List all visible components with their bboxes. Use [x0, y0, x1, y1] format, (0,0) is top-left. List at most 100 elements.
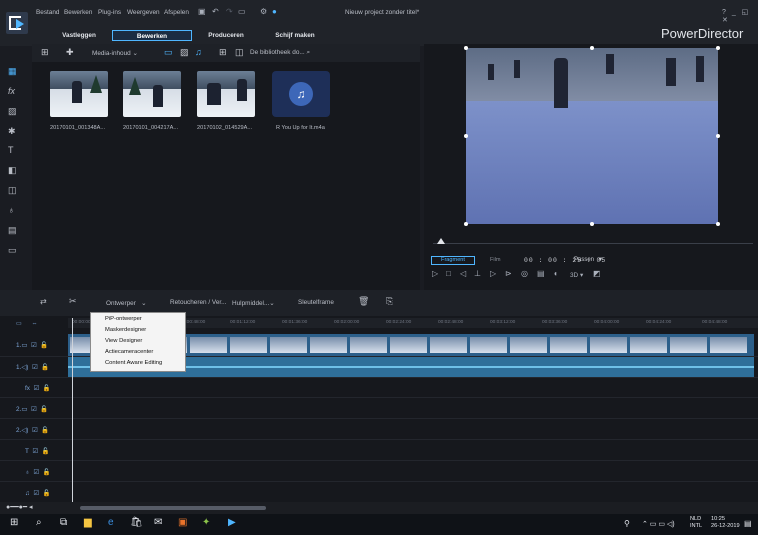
menu-item-view-designer[interactable]: View Designer: [105, 338, 142, 344]
resize-handle[interactable]: [716, 134, 720, 138]
voiceover-icon[interactable]: ♁: [8, 205, 15, 215]
export-icon[interactable]: ⎘: [386, 296, 393, 307]
audio-filter-icon[interactable]: ♫: [195, 47, 202, 57]
resize-handle[interactable]: [716, 222, 720, 226]
app-icon[interactable]: ✦: [202, 517, 210, 528]
stop-icon[interactable]: □: [446, 269, 451, 278]
tab-fragment[interactable]: Fragment: [431, 256, 475, 265]
menu-item-content-aware[interactable]: Content Aware Editing: [105, 360, 162, 366]
track-header-video-1[interactable]: 1.▭ ☑ 🔓: [16, 341, 48, 349]
notification-icon[interactable]: ●: [272, 7, 277, 16]
scrubber-knob[interactable]: [437, 238, 445, 244]
tab-vastleggen[interactable]: Vastleggen: [50, 30, 108, 41]
menu-bestand[interactable]: Bestand: [36, 9, 59, 16]
resize-handle[interactable]: [590, 46, 594, 50]
resize-handle[interactable]: [464, 46, 468, 50]
split-icon[interactable]: ⊥: [474, 269, 481, 278]
media-thumb-1[interactable]: [50, 71, 108, 117]
track-header-voice[interactable]: ♁ ☑ 🔓: [25, 468, 51, 476]
tab-bewerken[interactable]: Bewerken: [112, 30, 192, 41]
volume-icon[interactable]: ◖: [553, 269, 558, 278]
redo-icon[interactable]: ↷: [226, 7, 233, 16]
keyframe-button[interactable]: Sleutelframe: [298, 299, 334, 306]
audio-mix-icon[interactable]: ◫: [8, 185, 17, 196]
pip-icon[interactable]: ▨: [8, 106, 17, 117]
office-icon[interactable]: ▣: [178, 517, 187, 528]
trash-icon[interactable]: 🗑: [358, 296, 369, 307]
magic-tools-icon[interactable]: ⇄: [40, 297, 47, 306]
preview-scrubber[interactable]: [433, 243, 753, 244]
menu-item-action-camera[interactable]: Actiecameracenter: [105, 349, 153, 355]
track-header-title[interactable]: T ☑ 🔓: [25, 447, 50, 455]
grid-view-icon[interactable]: ⊞: [219, 47, 227, 58]
subtitle-icon[interactable]: ▭: [8, 245, 17, 256]
file-explorer-icon[interactable]: ▆: [84, 517, 92, 528]
list-view-icon[interactable]: ◫: [235, 47, 244, 58]
import-icon[interactable]: ⊞: [41, 47, 49, 58]
media-thumb-2[interactable]: [123, 71, 181, 117]
track-header-fx[interactable]: fx ☑ 🔓: [25, 384, 51, 392]
transition-icon[interactable]: ◧: [8, 165, 17, 176]
particle-icon[interactable]: ✱: [8, 126, 16, 137]
menu-bewerken[interactable]: Bewerken: [64, 9, 92, 16]
edge-icon[interactable]: e: [108, 517, 114, 528]
video-filter-icon[interactable]: ▭: [164, 47, 173, 58]
zoom-slider[interactable]: ●━━●━ ◂: [6, 503, 33, 511]
clock[interactable]: 10:25 26-12-2019: [711, 516, 740, 530]
image-filter-icon[interactable]: ▨: [180, 47, 189, 58]
resize-handle[interactable]: [464, 134, 468, 138]
menu-item-mask-designer[interactable]: Maskerdesigner: [105, 327, 146, 333]
3d-toggle[interactable]: 3D ▾: [570, 271, 583, 279]
track-header-audio-1[interactable]: 1.◁) ☑ 🔓: [16, 363, 49, 371]
fit-dropdown[interactable]: Passen ▼: [574, 257, 603, 263]
undo-icon[interactable]: ↶: [212, 7, 219, 16]
tab-produceren[interactable]: Produceren: [196, 30, 256, 41]
people-icon[interactable]: ⚲: [624, 519, 630, 528]
scrollbar-thumb[interactable]: [80, 506, 266, 510]
notification-center-icon[interactable]: ▤: [744, 519, 752, 528]
effects-icon[interactable]: fx: [8, 86, 15, 96]
tab-film[interactable]: Film: [490, 257, 501, 263]
display-icon[interactable]: ▤: [537, 269, 545, 278]
windows-start-icon[interactable]: ⊞: [10, 517, 18, 528]
powerdirector-taskbar-icon[interactable]: ▶: [228, 517, 236, 528]
resize-handle[interactable]: [716, 46, 720, 50]
save-icon[interactable]: ▣: [198, 7, 206, 16]
chapter-icon[interactable]: ▤: [8, 225, 17, 236]
track-header-music[interactable]: ♫ ☑ 🔓: [25, 489, 51, 497]
media-filter-dropdown[interactable]: Media-inhoud ⌄: [92, 49, 138, 57]
title-icon[interactable]: T: [8, 145, 14, 155]
fast-forward-icon[interactable]: ⊳: [505, 269, 512, 278]
preview-video[interactable]: [466, 48, 718, 224]
track-view-icon[interactable]: ▭ ⇔: [16, 320, 38, 327]
tray-icons[interactable]: ⌃ ▭ ▭ ◁): [642, 520, 675, 528]
menu-weergeven[interactable]: Weergeven: [127, 9, 160, 16]
track-header-video-2[interactable]: 2.▭ ☑ 🔓: [16, 405, 48, 413]
resize-handle[interactable]: [590, 222, 594, 226]
window-controls[interactable]: ? _ ◱ ✕: [722, 8, 758, 24]
menu-plugins[interactable]: Plug-ins: [98, 9, 121, 16]
layout-icon[interactable]: ▭: [238, 7, 246, 16]
menu-afspelen[interactable]: Afspelen: [164, 9, 189, 16]
play-icon[interactable]: ▷: [432, 269, 438, 278]
media-thumb-audio[interactable]: ♫: [272, 71, 330, 117]
mail-icon[interactable]: ✉: [154, 517, 162, 528]
media-thumb-3[interactable]: [197, 71, 255, 117]
settings-icon[interactable]: ⚙: [260, 7, 267, 16]
split-scissors-icon[interactable]: ✂: [69, 296, 77, 307]
track-header-audio-2[interactable]: 2.◁) ☑ 🔓: [16, 426, 49, 434]
snapshot-icon[interactable]: ◎: [521, 269, 528, 278]
language-indicator[interactable]: NLD INTL: [690, 516, 702, 530]
next-frame-icon[interactable]: ▷: [490, 269, 496, 278]
resize-handle[interactable]: [464, 222, 468, 226]
search-icon[interactable]: ⌕: [36, 517, 42, 528]
store-icon[interactable]: 🛍: [130, 517, 143, 528]
menu-item-pip-designer[interactable]: PiP-ontwerper: [105, 316, 142, 322]
tools-dropdown[interactable]: Hulpmiddel...⌄: [232, 299, 275, 307]
prev-frame-icon[interactable]: ◁: [460, 269, 466, 278]
task-view-icon[interactable]: ⧉: [60, 517, 67, 528]
undock-icon[interactable]: ◩: [593, 269, 601, 278]
media-room-icon[interactable]: ▦: [8, 66, 17, 77]
plugin-icon[interactable]: ✚: [66, 47, 74, 58]
tab-schijf-maken[interactable]: Schijf maken: [262, 30, 328, 41]
